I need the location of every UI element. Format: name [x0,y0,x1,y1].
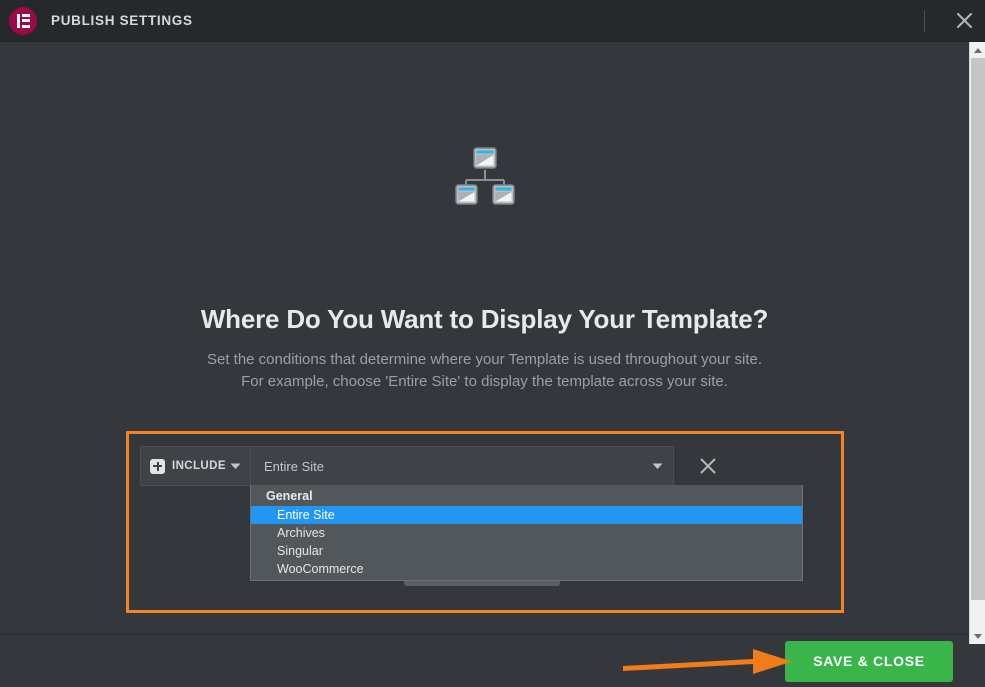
subtext-line-1: Set the conditions that determine where … [206,351,763,368]
close-button[interactable] [943,0,985,42]
scrollbar-track[interactable] [970,58,985,628]
dropdown-group-label: General [266,489,313,503]
publish-settings-modal: PUBLISH SETTINGS Where Do You Want to Di… [0,0,985,687]
close-icon [700,458,716,474]
dropdown-option-entire-site[interactable]: Entire Site [251,506,802,524]
scrollbar-thumb[interactable] [971,58,985,600]
header-actions [924,0,985,42]
page-title: PUBLISH SETTINGS [51,13,193,28]
include-label: INCLUDE [172,460,226,472]
chevron-down-icon [652,457,663,475]
dropdown-option-woocommerce[interactable]: WooCommerce [251,560,802,578]
condition-row: INCLUDE Entire Site [140,446,728,486]
condition-select-value: Entire Site [264,458,324,474]
elementor-logo-icon [9,6,37,35]
headline: Where Do You Want to Display Your Templa… [200,304,769,334]
modal-body: Where Do You Want to Display Your Templa… [0,42,969,634]
chevron-down-icon [230,457,241,475]
header-divider [924,9,925,32]
illustration [0,144,969,208]
sitemap-hierarchy-icon [454,147,515,205]
vertical-scrollbar[interactable] [969,42,985,644]
dropdown-option-archives[interactable]: Archives [251,524,802,542]
plus-square-icon [150,458,165,474]
remove-condition-button[interactable] [688,446,728,486]
dropdown-option-singular[interactable]: Singular [251,542,802,560]
subtext: Set the conditions that determine where … [0,349,969,393]
scroll-up-arrow-icon[interactable] [970,42,985,58]
condition-dropdown-list: General Entire Site Archives Singular Wo… [250,485,803,581]
modal-footer: SAVE & CLOSE [0,634,969,687]
include-type-button[interactable]: INCLUDE [140,446,250,486]
modal-header: PUBLISH SETTINGS [0,0,985,42]
close-icon [956,12,972,29]
save-and-close-button[interactable]: SAVE & CLOSE [785,640,953,682]
subtext-line-2: For example, choose 'Entire Site' to dis… [241,373,728,390]
scroll-down-arrow-icon[interactable] [970,628,985,644]
condition-select[interactable]: Entire Site [250,446,674,486]
